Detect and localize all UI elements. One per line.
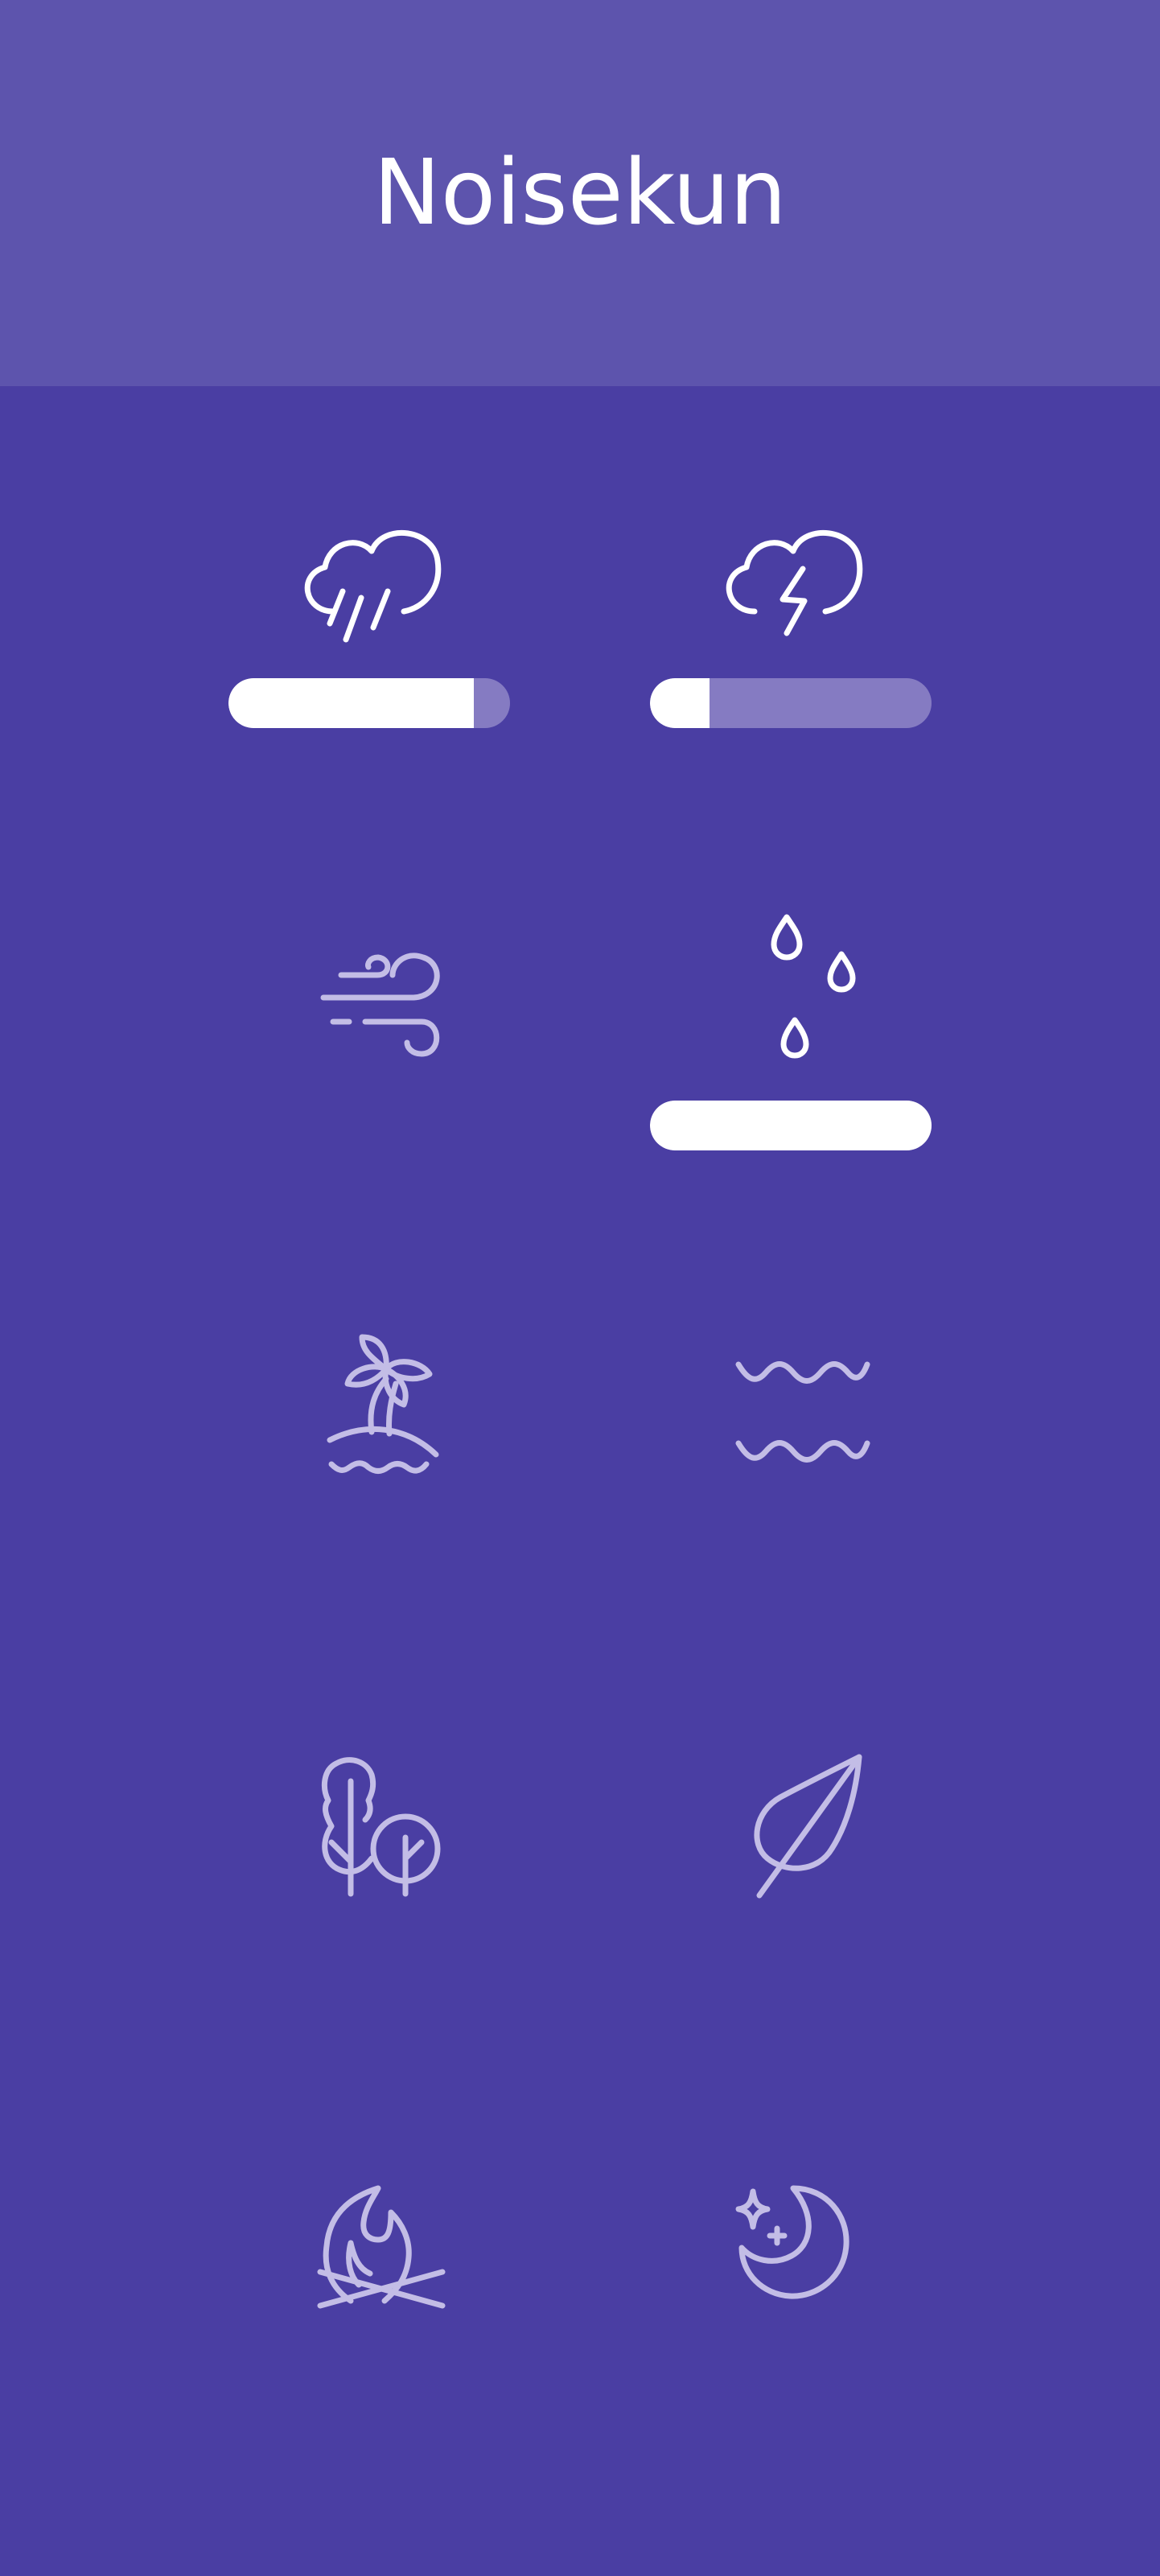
island-palm-icon xyxy=(327,1334,439,1474)
trees-icon xyxy=(321,1757,441,1897)
sound-tile-waves[interactable] xyxy=(650,1311,940,1657)
app-header: Noisekun xyxy=(0,0,1160,386)
cloud-lightning-icon xyxy=(726,529,863,636)
volume-slider-fill xyxy=(228,678,474,728)
wind-icon xyxy=(320,953,440,1057)
sound-tile-thunder[interactable] xyxy=(650,479,940,825)
sound-tile-night[interactable] xyxy=(650,2156,940,2502)
sound-tile-rain[interactable] xyxy=(228,479,518,825)
volume-slider-drops[interactable] xyxy=(650,1101,932,1150)
sound-tile-drops[interactable] xyxy=(650,901,940,1247)
sound-tile-leaf[interactable] xyxy=(650,1738,940,2084)
sound-tile-forest[interactable] xyxy=(228,1738,518,2084)
raindrops-icon xyxy=(771,914,856,1059)
moon-stars-icon xyxy=(735,2185,849,2299)
volume-slider-rain[interactable] xyxy=(228,678,510,728)
sound-tile-campfire[interactable] xyxy=(228,2156,518,2502)
volume-slider-thunder[interactable] xyxy=(650,678,932,728)
campfire-icon xyxy=(317,2185,446,2309)
waves-icon xyxy=(735,1361,870,1463)
volume-slider-fill xyxy=(650,678,710,728)
volume-slider-fill xyxy=(650,1101,932,1150)
leaf-icon xyxy=(754,1754,862,1899)
sound-tile-island[interactable] xyxy=(228,1311,518,1657)
cloud-rain-icon xyxy=(304,529,442,643)
sound-tile-wind[interactable] xyxy=(228,901,518,1247)
app-title: Noisekun xyxy=(372,141,788,245)
